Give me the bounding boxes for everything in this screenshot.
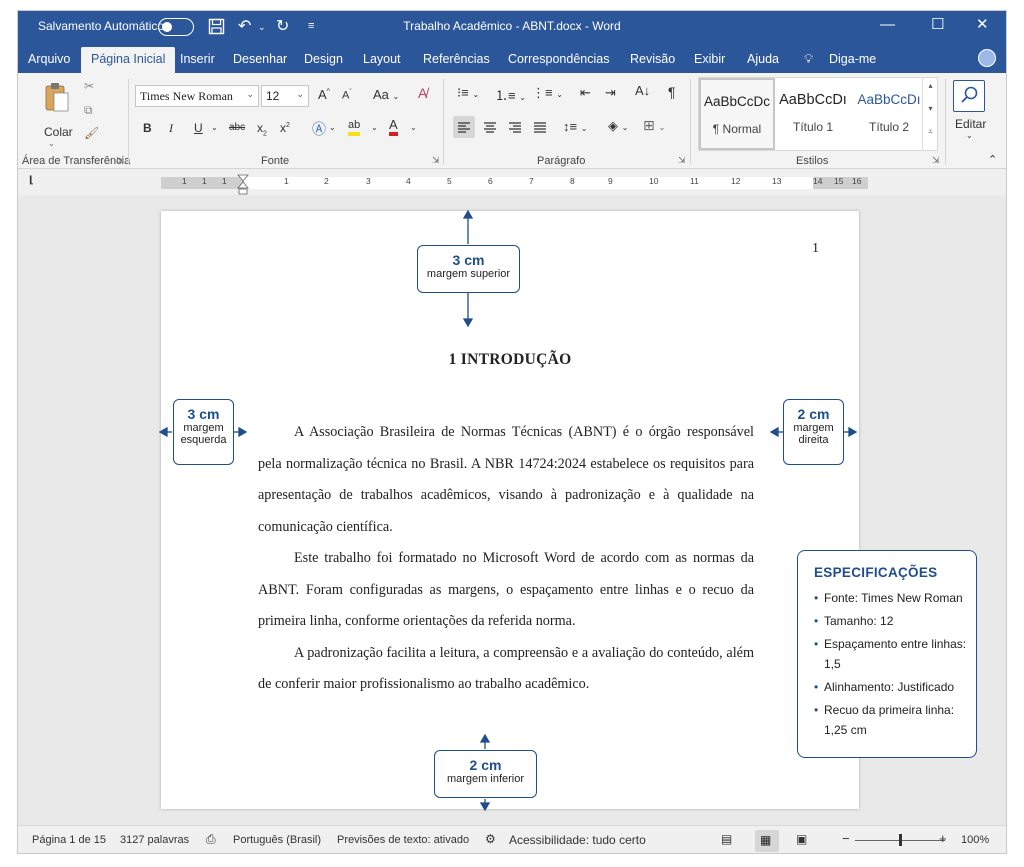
specifications-box: ESPECIFICAÇÕES Fonte: Times New Roman Ta… bbox=[797, 550, 977, 758]
callout-value: 2 cm bbox=[469, 757, 502, 773]
word-count[interactable]: 3127 palavras bbox=[120, 834, 189, 846]
zoom-level[interactable]: 100% bbox=[961, 834, 989, 846]
proofing-icon[interactable]: ⎙ bbox=[206, 832, 216, 847]
text-predictions-status[interactable]: Previsões de texto: ativado bbox=[337, 834, 469, 846]
read-mode-icon[interactable]: ▤ bbox=[721, 832, 732, 846]
callout-value: 2 cm bbox=[797, 406, 830, 422]
zoom-slider-thumb[interactable] bbox=[899, 834, 902, 846]
zoom-out-icon[interactable]: − bbox=[842, 831, 850, 846]
spec-item: Alinhamento: Justificado bbox=[814, 677, 970, 697]
web-layout-icon[interactable]: ▣ bbox=[796, 832, 807, 846]
callout-label: margem inferior bbox=[446, 773, 525, 785]
callout-right-margin: 2 cm margem direita bbox=[783, 399, 844, 465]
word-window: Salvamento Automático ↶ ⌄ ↻ ≡ Trabalho A… bbox=[17, 10, 1007, 854]
specifications-title: ESPECIFICAÇÕES bbox=[814, 565, 938, 580]
callout-label: direita bbox=[798, 434, 829, 446]
page-count[interactable]: Página 1 de 15 bbox=[32, 834, 106, 846]
language-status[interactable]: Português (Brasil) bbox=[233, 834, 321, 846]
callout-value: 3 cm bbox=[452, 252, 485, 268]
callout-left-margin: 3 cm margem esquerda bbox=[173, 399, 234, 465]
print-layout-button[interactable]: ▦ bbox=[755, 830, 779, 852]
callout-label: margem superior bbox=[426, 268, 511, 280]
status-bar: Página 1 de 15 3127 palavras ⎙ Português… bbox=[18, 825, 1006, 853]
accessibility-icon[interactable]: ⚙︎ bbox=[485, 832, 496, 846]
print-layout-icon: ▦ bbox=[760, 833, 772, 847]
accessibility-status[interactable]: Acessibilidade: tudo certo bbox=[509, 833, 646, 847]
callout-top-margin: 3 cm margem superior bbox=[417, 245, 520, 293]
callout-bottom-margin: 2 cm margem inferior bbox=[434, 750, 537, 798]
callout-label: margem bbox=[793, 422, 834, 434]
spec-item: Espaçamento entre linhas: 1,5 bbox=[814, 634, 970, 674]
callout-label: margem bbox=[183, 422, 224, 434]
callout-value: 3 cm bbox=[187, 406, 220, 422]
spec-item: Recuo da primeira linha: 1,25 cm bbox=[814, 700, 970, 740]
spec-item: Tamanho: 12 bbox=[814, 611, 970, 631]
callout-label: esquerda bbox=[180, 434, 227, 446]
zoom-in-icon[interactable]: + bbox=[939, 831, 947, 846]
spec-item: Fonte: Times New Roman bbox=[814, 588, 970, 608]
